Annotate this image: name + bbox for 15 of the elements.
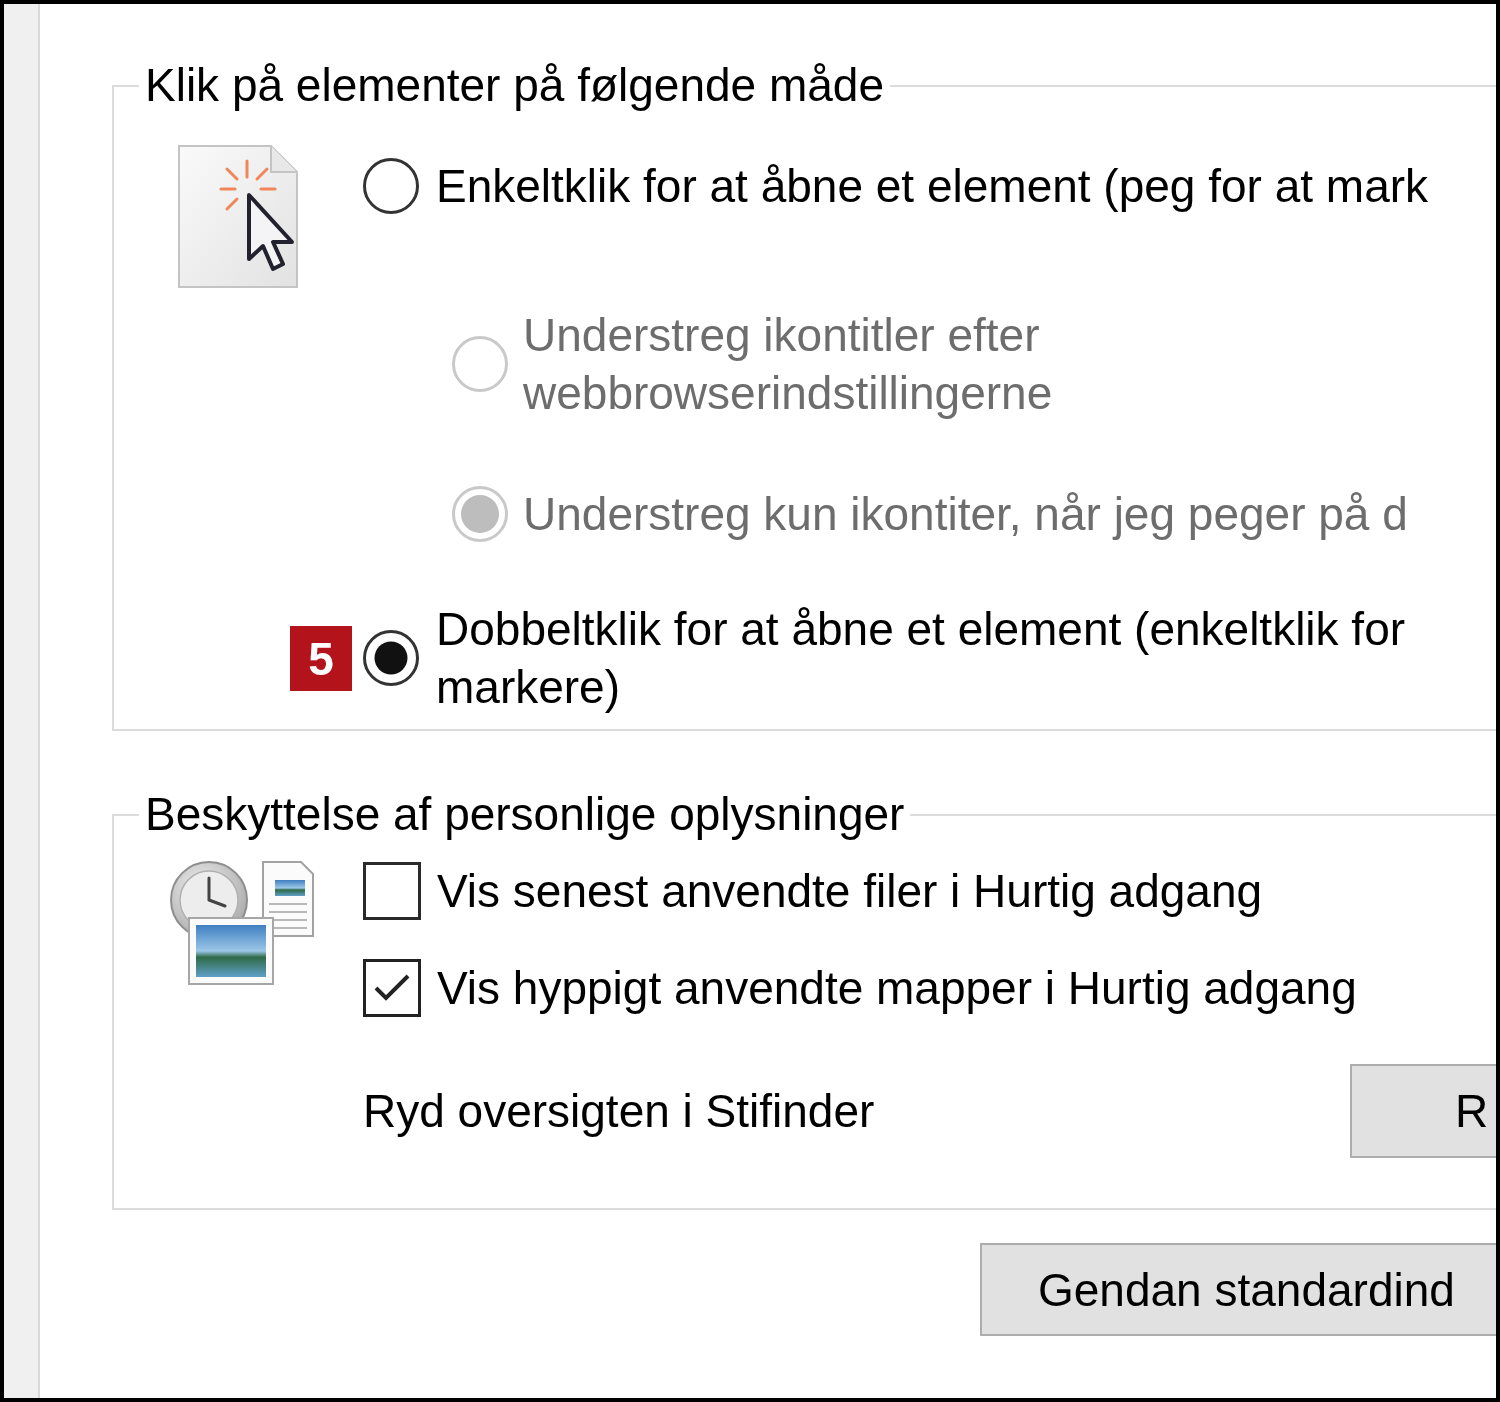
checkbox-label[interactable]: Vis hyppigt anvendte mapper i Hurtig adgang [437,961,1357,1015]
checkbox[interactable] [363,862,421,920]
checkbox[interactable] [363,959,421,1017]
option-label[interactable]: Enkeltklik for at åbne et element (peg for at mark [436,157,1429,215]
radio-button[interactable] [363,630,419,686]
option-label[interactable]: Dobbeltklik for at åbne et element (enkeltklik for markere) [436,600,1406,716]
checkmark-icon [374,974,410,1002]
radio-button[interactable] [363,158,419,214]
clear-button[interactable]: R [1350,1064,1496,1158]
group-title: Beskyttelse af personlige oplysninger [144,788,906,841]
group-title: Klik på elementer på følgende måde [144,59,885,112]
step-badge: 5 [290,626,352,691]
clear-history-label: Ryd oversigten i Stifinder [363,1084,875,1138]
checkbox-label[interactable]: Vis senest anvendte filer i Hurtig adgang [437,864,1263,918]
restore-defaults-button[interactable]: Gendan standardind [980,1243,1496,1336]
